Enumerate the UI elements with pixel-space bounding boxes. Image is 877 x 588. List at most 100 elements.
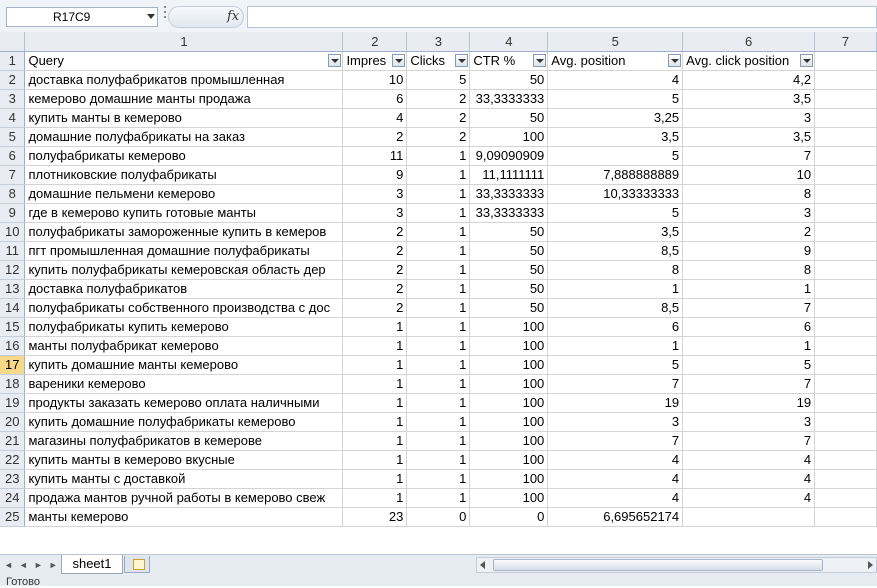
cell-imp[interactable]: 6 [342,89,408,109]
cell-pos[interactable]: 10,33333333 [547,184,684,204]
cell-pos[interactable]: 4 [547,469,684,489]
cell-q[interactable]: продажа мантов ручной работы в кемерово … [24,488,344,508]
cell-pos[interactable]: 6,695652174 [547,507,684,527]
cell-pos[interactable]: 3,5 [547,222,684,242]
row-header[interactable]: 15 [0,317,26,337]
header-cell-avg-position[interactable]: Avg. position [547,51,684,71]
cell-ctr[interactable]: 100 [469,317,549,337]
cell-imp[interactable]: 1 [342,412,408,432]
row-header[interactable]: 22 [0,450,26,470]
cell-ctr[interactable]: 11,1111111 [469,165,549,185]
cell-clk[interactable]: 2 [406,108,471,128]
empty-cell[interactable] [814,203,877,223]
cell-imp[interactable]: 2 [342,241,408,261]
cell-imp[interactable]: 1 [342,431,408,451]
cell-clk[interactable]: 1 [406,146,471,166]
cell-cpos[interactable]: 10 [682,165,816,185]
cell-pos[interactable]: 5 [547,355,684,375]
filter-dropdown-icon[interactable] [800,53,814,67]
cell-imp[interactable]: 1 [342,374,408,394]
scrollbar-thumb[interactable] [493,559,823,571]
chevron-down-icon[interactable] [147,14,155,19]
empty-cell[interactable] [814,108,877,128]
cell-clk[interactable]: 1 [406,431,471,451]
header-cell-avg-click-position[interactable]: Avg. click position [682,51,816,71]
empty-cell[interactable] [814,241,877,261]
cell-pos[interactable]: 5 [547,89,684,109]
cell-q[interactable]: домашние полуфабрикаты на заказ [24,127,344,147]
cell-pos[interactable]: 5 [547,146,684,166]
cell-imp[interactable]: 2 [342,298,408,318]
cell-imp[interactable]: 1 [342,469,408,489]
column-header-7[interactable]: 7 [814,32,877,52]
empty-cell[interactable] [814,507,877,527]
cell-pos[interactable]: 19 [547,393,684,413]
cell-clk[interactable]: 1 [406,450,471,470]
row-header[interactable]: 24 [0,488,26,508]
cell-imp[interactable]: 3 [342,203,408,223]
cell-cpos[interactable]: 7 [682,298,816,318]
row-header[interactable]: 23 [0,469,26,489]
column-header-5[interactable]: 5 [547,32,684,52]
cell-cpos[interactable]: 6 [682,317,816,337]
cell-imp[interactable]: 1 [342,336,408,356]
filter-dropdown-icon[interactable] [392,53,406,67]
empty-cell[interactable] [814,260,877,280]
cell-q[interactable]: продукты заказать кемерово оплата наличн… [24,393,344,413]
row-header[interactable]: 7 [0,165,26,185]
header-cell-query[interactable]: Query [24,51,344,71]
cell-clk[interactable]: 5 [406,70,471,90]
cell-cpos[interactable]: 5 [682,355,816,375]
filter-dropdown-icon[interactable] [668,53,682,67]
empty-cell[interactable] [814,51,877,71]
cell-ctr[interactable]: 100 [469,336,549,356]
column-header-4[interactable]: 4 [469,32,549,52]
cell-cpos[interactable]: 2 [682,222,816,242]
cell-cpos[interactable]: 9 [682,241,816,261]
cell-cpos[interactable]: 7 [682,431,816,451]
cell-q[interactable]: где в кемерово купить готовые манты [24,203,344,223]
row-header[interactable]: 3 [0,89,26,109]
row-header[interactable]: 21 [0,431,26,451]
cell-ctr[interactable]: 100 [469,488,549,508]
empty-cell[interactable] [814,89,877,109]
cell-pos[interactable]: 3 [547,412,684,432]
row-header[interactable]: 9 [0,203,26,223]
cell-pos[interactable]: 1 [547,336,684,356]
cell-imp[interactable]: 1 [342,488,408,508]
cell-clk[interactable]: 1 [406,279,471,299]
row-header[interactable]: 6 [0,146,26,166]
cell-q[interactable]: манты кемерово [24,507,344,527]
cell-q[interactable]: купить домашние манты кемерово [24,355,344,375]
cell-pos[interactable]: 4 [547,488,684,508]
cell-cpos[interactable]: 19 [682,393,816,413]
cell-clk[interactable]: 2 [406,89,471,109]
cell-imp[interactable]: 23 [342,507,408,527]
cell-pos[interactable]: 8,5 [547,298,684,318]
cell-clk[interactable]: 1 [406,317,471,337]
cell-ctr[interactable]: 100 [469,127,549,147]
empty-cell[interactable] [814,374,877,394]
cell-imp[interactable]: 11 [342,146,408,166]
row-header[interactable]: 25 [0,507,26,527]
row-header[interactable]: 12 [0,260,26,280]
cell-cpos[interactable]: 8 [682,184,816,204]
cell-imp[interactable]: 2 [342,279,408,299]
cell-ctr[interactable]: 100 [469,412,549,432]
cell-imp[interactable]: 10 [342,70,408,90]
empty-cell[interactable] [814,317,877,337]
row-header[interactable]: 2 [0,70,26,90]
empty-cell[interactable] [814,412,877,432]
cell-cpos[interactable]: 3,5 [682,89,816,109]
cell-cpos[interactable]: 4 [682,469,816,489]
empty-cell[interactable] [814,336,877,356]
cell-q[interactable]: купить манты с доставкой [24,469,344,489]
cell-clk[interactable]: 2 [406,127,471,147]
empty-cell[interactable] [814,488,877,508]
cell-pos[interactable]: 6 [547,317,684,337]
row-header[interactable]: 5 [0,127,26,147]
cell-clk[interactable]: 1 [406,393,471,413]
empty-cell[interactable] [814,279,877,299]
cell-ctr[interactable]: 0 [469,507,549,527]
cell-cpos[interactable]: 3,5 [682,127,816,147]
